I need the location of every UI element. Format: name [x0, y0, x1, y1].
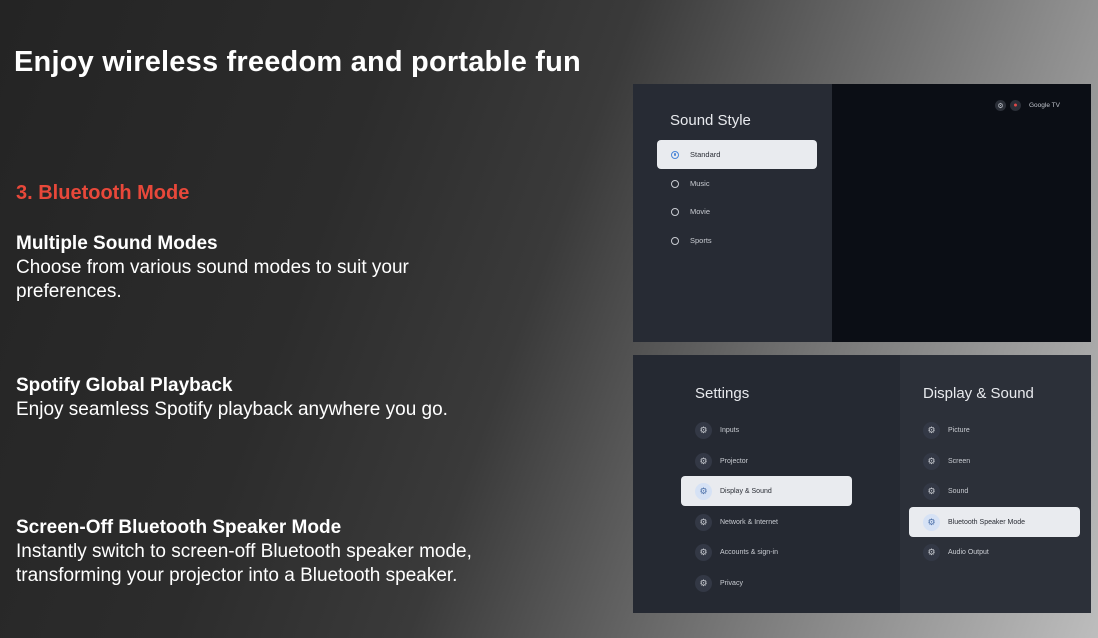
sound-style-title: Sound Style: [670, 112, 751, 129]
feature-title: Multiple Sound Modes: [16, 233, 218, 254]
display-item-audio-output[interactable]: ⚙ Audio Output: [909, 537, 1080, 567]
display-item-label: Picture: [948, 426, 970, 434]
page-headline: Enjoy wireless freedom and portable fun: [14, 46, 581, 78]
gear-icon: ⚙: [695, 482, 712, 500]
settings-item-label: Projector: [720, 457, 749, 465]
gear-icon: ⚙: [695, 452, 712, 470]
settings-item-inputs[interactable]: ⚙ Inputs: [681, 415, 852, 445]
display-item-sound[interactable]: ⚙ Sound: [909, 476, 1080, 506]
settings-item-label: Accounts & sign-in: [720, 548, 778, 556]
feature-title: Screen-Off Bluetooth Speaker Mode: [16, 517, 342, 538]
feature-bt-speaker: Screen-Off Bluetooth Speaker Mode Instan…: [16, 516, 536, 588]
sound-option-label: Standard: [690, 150, 721, 159]
display-item-label: Audio Output: [948, 548, 989, 556]
settings-column: Settings ⚙ Inputs ⚙ Projector ⚙ Display …: [633, 355, 900, 613]
gear-icon: ⚙: [695, 574, 712, 592]
settings-item-privacy[interactable]: ⚙ Privacy: [681, 568, 852, 598]
sound-option-standard[interactable]: Standard: [657, 140, 817, 169]
notification-icon[interactable]: ●: [1010, 100, 1021, 111]
sound-style-screenshot: Sound Style Standard Music Movie Sports …: [633, 84, 1091, 342]
gear-icon: ⚙: [923, 452, 940, 470]
feature-spotify: Spotify Global Playback Enjoy seamless S…: [16, 374, 576, 422]
radio-icon: [671, 236, 679, 245]
gear-icon: ⚙: [923, 513, 940, 531]
sound-option-music[interactable]: Music: [657, 169, 817, 198]
gear-icon: ⚙: [923, 543, 940, 561]
gear-icon[interactable]: ⚙: [995, 100, 1006, 111]
settings-title: Settings: [695, 385, 750, 402]
feature-description: Instantly switch to screen-off Bluetooth…: [16, 541, 472, 586]
display-item-label: Bluetooth Speaker Mode: [948, 518, 1026, 526]
display-sound-column: Display & Sound ⚙ Picture ⚙ Screen ⚙ Sou…: [900, 355, 1091, 613]
radio-icon: [671, 179, 679, 188]
radio-icon: [671, 207, 679, 216]
feature-title: Spotify Global Playback: [16, 375, 233, 396]
section-title: 3. Bluetooth Mode: [16, 182, 190, 204]
gear-icon: ⚙: [923, 482, 940, 500]
feature-sound-modes: Multiple Sound Modes Choose from various…: [16, 232, 476, 304]
radio-selected-icon: [671, 150, 679, 159]
feature-description: Choose from various sound modes to suit …: [16, 257, 409, 302]
display-item-label: Sound: [948, 487, 969, 495]
settings-item-label: Display & Sound: [720, 487, 772, 495]
display-item-bt-speaker[interactable]: ⚙ Bluetooth Speaker Mode: [909, 507, 1080, 537]
google-tv-label: Google TV: [1029, 102, 1060, 109]
settings-item-accounts[interactable]: ⚙ Accounts & sign-in: [681, 537, 852, 567]
sound-option-movie[interactable]: Movie: [657, 197, 817, 226]
feature-description: Enjoy seamless Spotify playback anywhere…: [16, 399, 448, 420]
gear-icon: ⚙: [695, 421, 712, 439]
gear-icon: ⚙: [695, 513, 712, 531]
settings-item-label: Inputs: [720, 426, 740, 434]
sound-option-sports[interactable]: Sports: [657, 226, 817, 255]
sound-option-label: Sports: [690, 236, 712, 245]
display-item-screen[interactable]: ⚙ Screen: [909, 446, 1080, 476]
settings-item-label: Privacy: [720, 579, 743, 587]
display-item-label: Screen: [948, 457, 971, 465]
sound-option-label: Movie: [690, 207, 711, 216]
settings-screenshot: Settings ⚙ Inputs ⚙ Projector ⚙ Display …: [633, 355, 1091, 613]
gear-icon: ⚙: [923, 421, 940, 439]
display-sound-title: Display & Sound: [923, 385, 1034, 402]
sound-style-menu: Sound Style Standard Music Movie Sports: [633, 84, 832, 342]
gear-icon: ⚙: [695, 543, 712, 561]
settings-item-network[interactable]: ⚙ Network & Internet: [681, 507, 852, 537]
display-item-picture[interactable]: ⚙ Picture: [909, 415, 1080, 445]
status-bar: ⚙ ● Google TV: [995, 100, 1060, 111]
settings-item-display-sound[interactable]: ⚙ Display & Sound: [681, 476, 852, 506]
sound-option-label: Music: [690, 179, 710, 188]
settings-item-projector[interactable]: ⚙ Projector: [681, 446, 852, 476]
settings-item-label: Network & Internet: [720, 518, 778, 526]
